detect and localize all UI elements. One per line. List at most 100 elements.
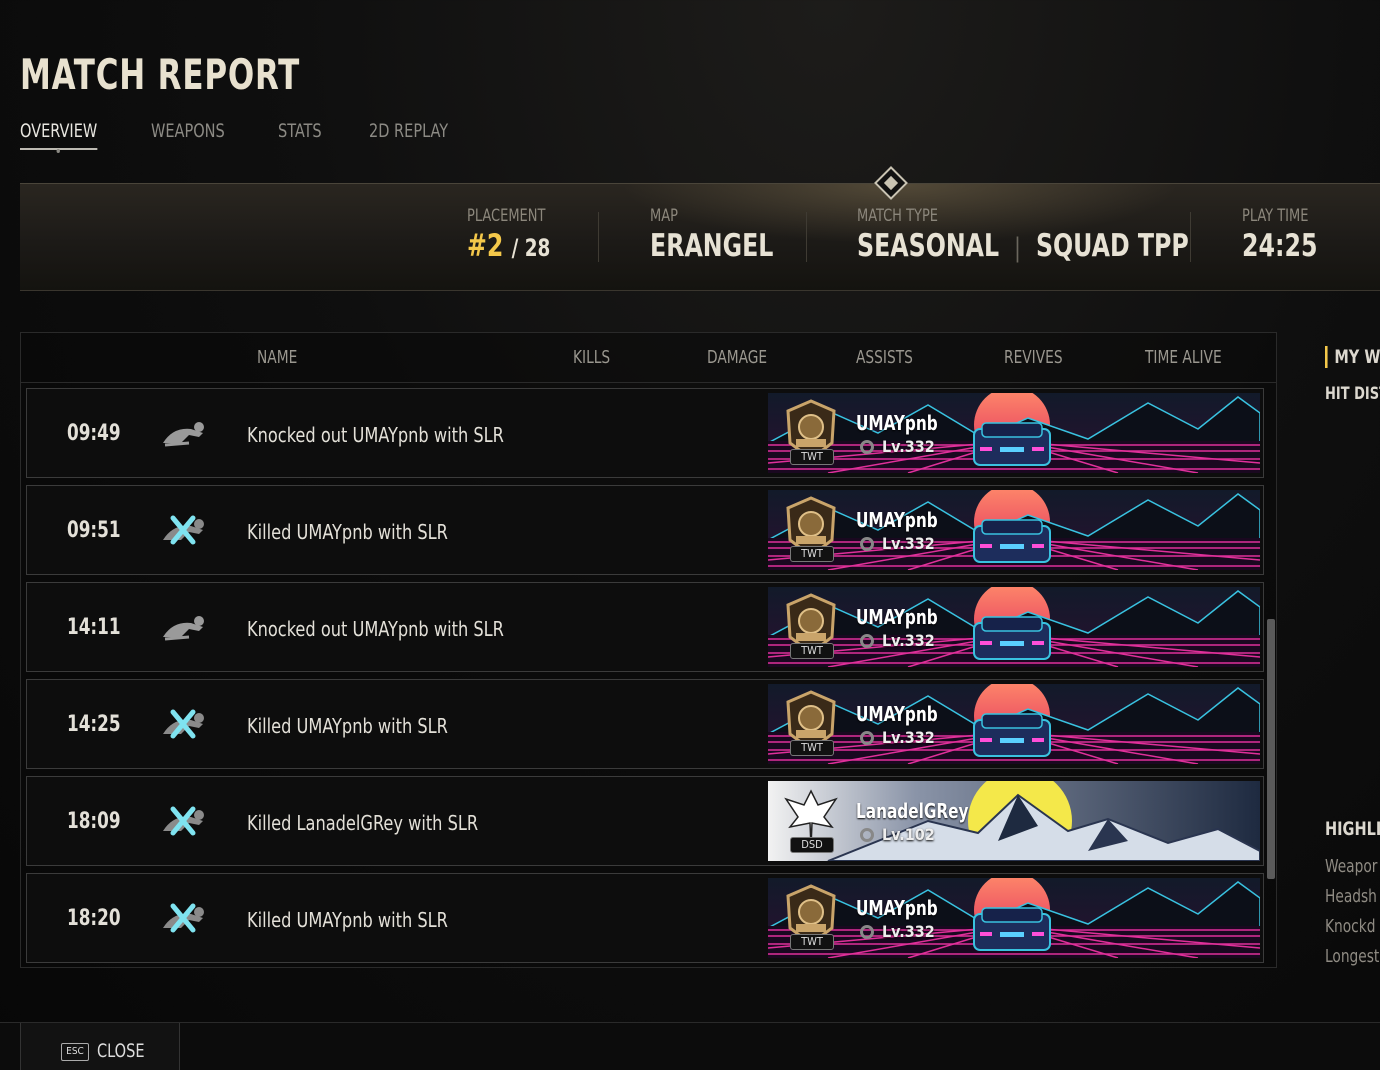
level-badge-icon <box>860 828 874 842</box>
level-badge-icon <box>860 537 874 551</box>
match-summary-banner: PLACEMENT #2 / 28 MAP ERANGEL MATCH TYPE… <box>20 166 1380 291</box>
highlight-item: Headsh <box>1325 886 1377 907</box>
right-panel-subheading: HIT DIST <box>1325 384 1380 404</box>
level-text: Lv.332 <box>882 534 935 553</box>
match-type-label: MATCH TYPE <box>857 206 939 226</box>
clan-tag: TWT <box>790 934 834 950</box>
tab-stats[interactable]: STATS <box>278 120 322 150</box>
divider <box>1190 212 1191 262</box>
event-time: 18:20 <box>67 906 121 931</box>
event-description: Knocked out UMAYpnb with SLR <box>247 617 504 641</box>
play-time-label: PLAY TIME <box>1242 206 1309 226</box>
right-panel-heading: MY W <box>1325 346 1380 368</box>
match-type-value: SEASONAL <box>857 228 1000 264</box>
play-time-stat: PLAY TIME 24:25 <box>1242 206 1331 264</box>
table-row[interactable]: 18:20 Killed UMAYpnb with SLR TWT UMAYpn… <box>26 873 1264 963</box>
knockdown-icon <box>159 611 209 643</box>
victim-nameplate[interactable]: TWT UMAYpnb Lv.332 <box>768 878 1260 958</box>
kill-icon <box>159 805 209 837</box>
page-title: MATCH REPORT <box>20 50 301 99</box>
table-row[interactable]: 18:09 Killed LanadelGRey with SLR DSD La… <box>26 776 1264 866</box>
table-row[interactable]: 09:51 Killed UMAYpnb with SLR TWT UMAYpn… <box>26 485 1264 575</box>
level-text: Lv.332 <box>882 437 935 456</box>
event-time: 09:49 <box>67 421 121 446</box>
clan-tag: TWT <box>790 546 834 562</box>
map-stat: MAP ERANGEL <box>650 206 795 264</box>
event-description: Knocked out UMAYpnb with SLR <box>247 423 504 447</box>
footer-bar: ESC CLOSE <box>0 1022 1380 1070</box>
victim-level: Lv.332 <box>860 534 935 553</box>
placement-stat: PLACEMENT #2 / 28 <box>467 206 565 264</box>
column-assists[interactable]: ASSISTS <box>856 347 913 368</box>
victim-level: Lv.332 <box>860 437 935 456</box>
table-row[interactable]: 09:49 Knocked out UMAYpnb with SLR TWT U… <box>26 388 1264 478</box>
placement-rank: #2 <box>467 228 504 264</box>
victim-level: Lv.102 <box>860 825 935 844</box>
column-revives[interactable]: REVIVES <box>1004 347 1063 368</box>
event-description: Killed UMAYpnb with SLR <box>247 520 448 544</box>
play-time-value: 24:25 <box>1242 228 1318 264</box>
victim-name: UMAYpnb <box>856 896 938 920</box>
victim-nameplate[interactable]: TWT UMAYpnb Lv.332 <box>768 587 1260 667</box>
event-time: 18:09 <box>67 809 121 834</box>
level-text: Lv.332 <box>882 922 935 941</box>
event-description: Killed LanadelGRey with SLR <box>247 811 479 835</box>
level-text: Lv.332 <box>882 631 935 650</box>
event-time: 14:25 <box>67 712 121 737</box>
event-description: Killed UMAYpnb with SLR <box>247 908 448 932</box>
column-name[interactable]: NAME <box>257 347 297 368</box>
clan-tag: DSD <box>790 837 834 853</box>
tab-overview[interactable]: OVERVIEW <box>20 120 98 150</box>
squad-table: NAME KILLS DAMAGE ASSISTS REVIVES TIME A… <box>20 332 1277 968</box>
close-label: CLOSE <box>97 1040 145 1062</box>
scrollbar-thumb[interactable] <box>1267 619 1275 879</box>
level-badge-icon <box>860 731 874 745</box>
tab-bar: OVERVIEW WEAPONS STATS 2D REPLAY <box>20 120 502 150</box>
knockdown-icon <box>159 417 209 449</box>
tab-2d-replay[interactable]: 2D REPLAY <box>369 120 448 150</box>
highlight-item: Knockd <box>1325 916 1376 937</box>
divider <box>598 212 599 262</box>
tab-weapons[interactable]: WEAPONS <box>151 120 225 150</box>
esc-key-icon: ESC <box>61 1043 89 1061</box>
event-time: 09:51 <box>67 518 121 543</box>
map-label: MAP <box>650 206 678 226</box>
level-text: Lv.102 <box>882 825 935 844</box>
victim-level: Lv.332 <box>860 922 935 941</box>
victim-name: UMAYpnb <box>856 411 938 435</box>
highlight-item: Weapor <box>1325 856 1378 877</box>
kill-icon <box>159 708 209 740</box>
victim-nameplate[interactable]: DSD LanadelGRey Lv.102 <box>768 781 1260 861</box>
victim-name: UMAYpnb <box>856 702 938 726</box>
victim-nameplate[interactable]: TWT UMAYpnb Lv.332 <box>768 490 1260 570</box>
close-button[interactable]: ESC CLOSE <box>20 1023 180 1070</box>
event-time: 14:11 <box>67 615 121 640</box>
victim-name: LanadelGRey <box>856 799 969 823</box>
victim-nameplate[interactable]: TWT UMAYpnb Lv.332 <box>768 393 1260 473</box>
type-separator: | <box>1014 233 1021 263</box>
clan-tag: TWT <box>790 449 834 465</box>
event-description: Killed UMAYpnb with SLR <box>247 714 448 738</box>
victim-nameplate[interactable]: TWT UMAYpnb Lv.332 <box>768 684 1260 764</box>
kill-icon <box>159 902 209 934</box>
match-type-stat: MATCH TYPE SEASONAL | SQUAD TPP <box>857 206 1247 264</box>
victim-name: UMAYpnb <box>856 508 938 532</box>
placement-label: PLACEMENT <box>467 206 546 226</box>
column-kills[interactable]: KILLS <box>573 347 610 368</box>
clan-tag: TWT <box>790 643 834 659</box>
kill-icon <box>159 514 209 546</box>
map-value: ERANGEL <box>650 228 774 264</box>
match-mode-value: SQUAD TPP <box>1035 228 1189 264</box>
column-damage[interactable]: DAMAGE <box>707 347 767 368</box>
highlight-item: Longest <box>1325 946 1380 967</box>
level-text: Lv.332 <box>882 728 935 747</box>
level-badge-icon <box>860 925 874 939</box>
victim-level: Lv.332 <box>860 728 935 747</box>
table-row[interactable]: 14:25 Killed UMAYpnb with SLR TWT UMAYpn… <box>26 679 1264 769</box>
victim-level: Lv.332 <box>860 631 935 650</box>
diamond-ornament-icon <box>874 166 908 200</box>
column-time-alive[interactable]: TIME ALIVE <box>1145 347 1222 368</box>
table-header: NAME KILLS DAMAGE ASSISTS REVIVES TIME A… <box>21 333 1276 383</box>
table-row[interactable]: 14:11 Knocked out UMAYpnb with SLR TWT U… <box>26 582 1264 672</box>
victim-name: UMAYpnb <box>856 605 938 629</box>
